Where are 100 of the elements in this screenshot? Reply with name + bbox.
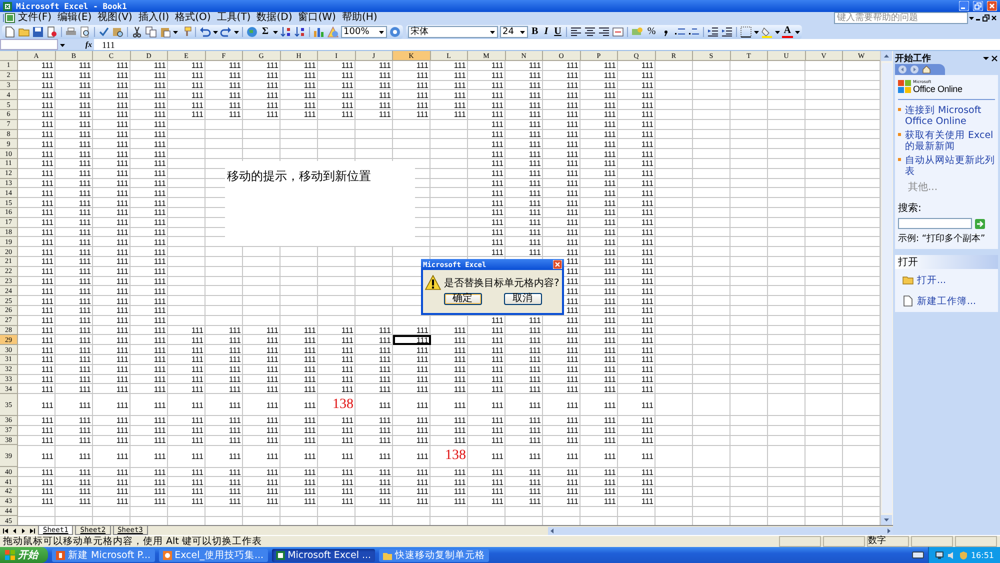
link[interactable]: 连接到 Microsoft Office Online [905,105,995,127]
taskbar-button[interactable]: 新建 Microsoft P... [52,548,155,562]
link[interactable]: 获取有关使用 Excel 的最新新闻 [905,130,995,152]
menu-item[interactable]: 视图(V) [94,12,136,24]
cell: 111 [566,426,578,436]
menu-item[interactable]: 帮助(H) [338,12,380,24]
cell: 111 [566,110,578,120]
cell: 111 [416,90,428,100]
drawing-icon[interactable] [326,26,339,38]
cell: 111 [154,228,166,237]
sort-ascending-icon[interactable] [280,26,292,38]
horizontal-scrollbar[interactable] [548,526,893,534]
cell: 111 [266,416,278,426]
cell: 111 [228,365,241,374]
percent-button[interactable]: % [645,26,658,38]
zoom-field[interactable]: 100% [340,26,387,38]
cell: 111 [528,384,541,394]
cell: 111 [154,71,166,80]
save-icon[interactable] [32,26,44,38]
bold-button[interactable]: B [530,26,540,38]
link[interactable]: 新建工作簿... [917,296,976,306]
menu-item[interactable]: 编辑(E) [54,12,95,24]
help-icon[interactable] [388,26,401,38]
close-icon[interactable] [991,53,998,63]
cell: 111 [154,416,166,426]
next-sheet-icon[interactable] [20,526,27,534]
scroll-down-icon[interactable] [881,515,892,525]
underline-button[interactable]: U [552,26,564,38]
align-left-icon[interactable] [570,26,582,38]
ok-button[interactable]: 确定 [444,293,482,305]
permission-icon[interactable] [46,26,58,38]
cell: 111 [191,400,204,410]
undo-icon[interactable] [199,26,211,38]
sort-descending-icon[interactable] [294,26,306,38]
go-icon[interactable] [975,218,985,228]
search-field[interactable] [898,218,972,229]
spelling-icon[interactable] [98,26,110,38]
cell: 111 [604,267,616,276]
research-icon[interactable] [112,26,124,38]
increase-decimal-icon[interactable] [674,26,686,38]
taskbar-button[interactable]: Microsoft Excel ... [272,548,376,562]
scissors-icon[interactable] [131,26,143,38]
menu-item[interactable]: 格式(O) [172,12,214,24]
decrease-indent-icon[interactable] [706,26,719,38]
increase-indent-icon[interactable] [720,26,733,38]
taskbar-button[interactable]: Excel_使用技巧集... [158,548,268,562]
cell: 138 [332,397,354,414]
forward-icon[interactable] [910,65,919,74]
previous-sheet-icon[interactable] [11,526,18,534]
vertical-scrollbar[interactable] [880,51,893,525]
cell: 111 [378,90,391,100]
redo-icon[interactable] [220,26,232,38]
merge-center-icon[interactable] [612,26,624,38]
italic-button[interactable]: I [542,26,550,38]
cell: 111 [378,468,391,477]
close-icon[interactable] [990,13,998,23]
menu-item[interactable]: 数据(D) [254,12,296,24]
menu-item[interactable]: 工具(T) [214,12,254,24]
borders-icon[interactable] [740,26,752,38]
align-center-icon[interactable] [584,26,596,38]
workbook-icon[interactable] [5,13,15,23]
fill-color-icon[interactable] [760,26,773,38]
cell: 111 [528,159,541,168]
globe-icon[interactable] [246,26,258,38]
back-icon[interactable] [898,65,907,74]
cell: 111 [191,452,204,461]
restore-icon[interactable] [982,13,990,23]
cell: 111 [491,355,504,364]
network-icon[interactable] [934,550,944,560]
cell: 111 [604,306,616,316]
cell: 111 [154,159,166,168]
scroll-up-icon[interactable] [881,51,892,61]
active-cell[interactable]: 111 [393,335,430,346]
keyboard-icon[interactable] [912,551,924,559]
paste-icon[interactable] [159,26,171,38]
font-field[interactable]: 宋体 [408,26,498,38]
cell: 111 [528,248,541,257]
align-right-icon[interactable] [598,26,610,38]
taskbar-button[interactable]: 快速移动复制单元格 [379,548,490,562]
decrease-decimal-icon[interactable] [688,26,700,38]
link[interactable]: 自动从网站更新此列表 [905,155,995,177]
menu-item[interactable]: 窗口(W) [295,12,339,24]
copy-icon[interactable] [145,26,157,38]
cell: 111 [378,374,391,384]
print-preview-icon[interactable] [79,26,91,38]
font-size-field[interactable]: 24 [500,26,528,38]
cancel-button[interactable]: 取消 [504,293,542,305]
cell: 111 [116,130,128,139]
insert-function-button[interactable]: fx [85,40,92,49]
first-sheet-icon[interactable] [2,526,9,534]
menu-item[interactable]: 插入(I) [135,12,172,24]
printer-icon[interactable] [65,26,77,38]
last-sheet-icon[interactable] [29,526,36,534]
autosum-button[interactable]: Σ [260,26,271,38]
cell: 111 [116,238,128,247]
link[interactable]: 打开... [917,274,946,286]
formula-value[interactable]: 111 [94,40,115,50]
cell: 111 [228,497,241,506]
chart-icon[interactable] [312,26,325,38]
menu-item[interactable]: 文件(F) [15,12,55,24]
